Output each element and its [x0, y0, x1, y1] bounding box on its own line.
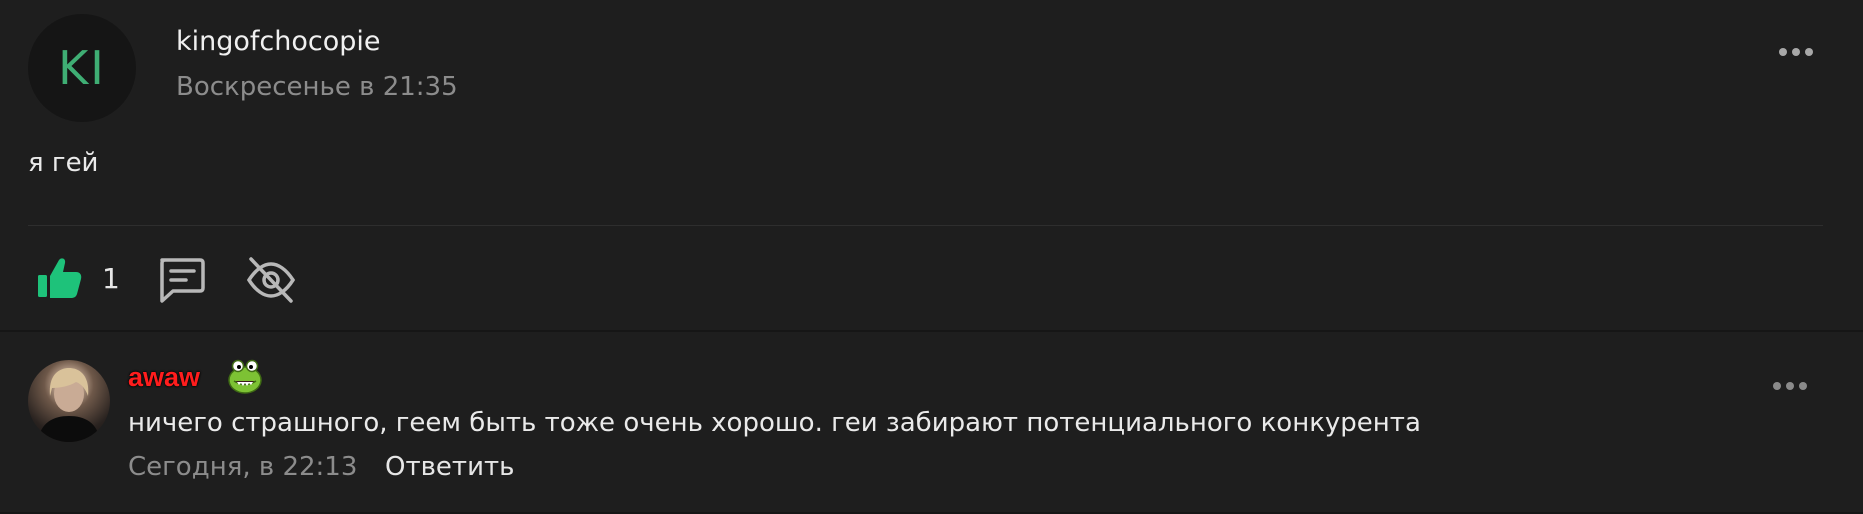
post-author-name[interactable]: kingofchocopie	[176, 26, 381, 57]
thumbs-up-icon[interactable]	[36, 254, 84, 306]
post-body-text: я гей	[28, 148, 99, 178]
eye-off-icon[interactable]	[244, 253, 298, 311]
commenter-name[interactable]: awaw	[128, 362, 200, 393]
commenter-avatar[interactable]	[28, 360, 110, 442]
like-count: 1	[102, 262, 120, 295]
comment-timestamp: Сегодня, в 22:13	[128, 452, 358, 482]
green-monster-badge-icon	[225, 356, 265, 400]
comment-more-options-icon[interactable]	[1773, 382, 1807, 390]
comment-item: awaw ничего страшного, геем быть тоже оч…	[0, 332, 1863, 514]
comment-body-text: ничего страшного, геем быть тоже очень х…	[128, 408, 1421, 438]
post-timestamp: Воскресенье в 21:35	[176, 72, 458, 102]
reply-button[interactable]: Ответить	[385, 452, 514, 482]
post-more-options-icon[interactable]	[1779, 48, 1813, 56]
author-avatar[interactable]: KI	[28, 14, 136, 122]
comment-icon[interactable]	[156, 256, 206, 308]
post-card: KI kingofchocopie Воскресенье в 21:35 я …	[0, 0, 1863, 330]
post-divider	[28, 225, 1823, 226]
